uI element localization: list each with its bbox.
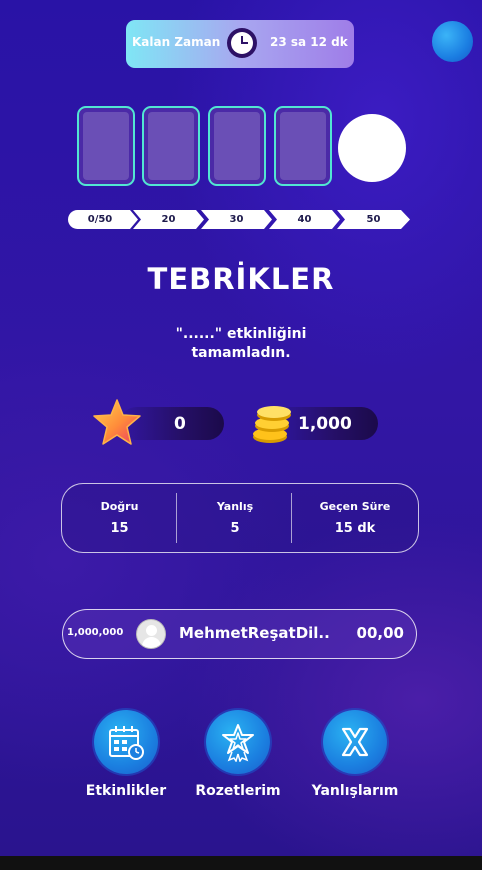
- avatar: [136, 619, 166, 649]
- final-reward-circle[interactable]: [338, 114, 406, 182]
- user-score: 00,00: [356, 624, 404, 642]
- stars-count: 0: [174, 414, 186, 434]
- stat-wrong: Yanlış 5: [216, 500, 254, 536]
- completion-message: "......" etkinliğini tamamladın.: [175, 326, 307, 361]
- nav-rozetlerim-label: Rozetlerim: [195, 783, 281, 799]
- stat-correct: Doğru 15: [100, 500, 139, 536]
- result-stats: Doğru 15 Yanlış 5 Geçen Süre 15 dk: [61, 483, 419, 553]
- user-points: 1,000,000: [67, 627, 124, 638]
- remaining-time-value: 23 sa 12 dk: [270, 35, 348, 49]
- x-icon: [323, 710, 387, 774]
- star-icon: [93, 399, 141, 445]
- clock-icon: [227, 28, 257, 58]
- progress-step: 0/50: [68, 210, 138, 229]
- calendar-icon: [94, 710, 158, 774]
- progress-step: 50: [337, 210, 410, 229]
- nav-etkinlikler-button[interactable]: Etkinlikler: [66, 710, 186, 810]
- badge-icon: [206, 710, 270, 774]
- user-name: MehmetReşatDil..: [179, 624, 330, 642]
- system-bottom-bar: [0, 856, 482, 870]
- nav-yanlislarim-label: Yanlışlarım: [311, 783, 399, 799]
- reward-card-2[interactable]: [142, 106, 200, 186]
- remaining-time-panel: Kalan Zaman 23 sa 12 dk: [126, 20, 354, 68]
- nav-etkinlikler-label: Etkinlikler: [85, 783, 167, 799]
- nav-rozetlerim-button[interactable]: Rozetlerim: [178, 710, 298, 810]
- leaderboard-row[interactable]: 1,000,000 MehmetReşatDil.. 00,00: [62, 609, 417, 659]
- remaining-time-label: Kalan Zaman: [132, 35, 221, 49]
- progress-step: 20: [133, 210, 204, 229]
- page-title: TEBRİKLER: [147, 262, 335, 296]
- reward-card-3[interactable]: [208, 106, 266, 186]
- reward-card-1[interactable]: [77, 106, 135, 186]
- reward-card-4[interactable]: [274, 106, 332, 186]
- nav-yanlislarim-button[interactable]: Yanlışlarım: [295, 710, 415, 810]
- coins-icon: [253, 406, 291, 443]
- stat-elapsed-time: Geçen Süre 15 dk: [319, 500, 391, 536]
- profile-button[interactable]: [432, 21, 473, 62]
- coins-count: 1,000: [298, 414, 352, 434]
- progress-step: 40: [269, 210, 340, 229]
- progress-step: 30: [201, 210, 272, 229]
